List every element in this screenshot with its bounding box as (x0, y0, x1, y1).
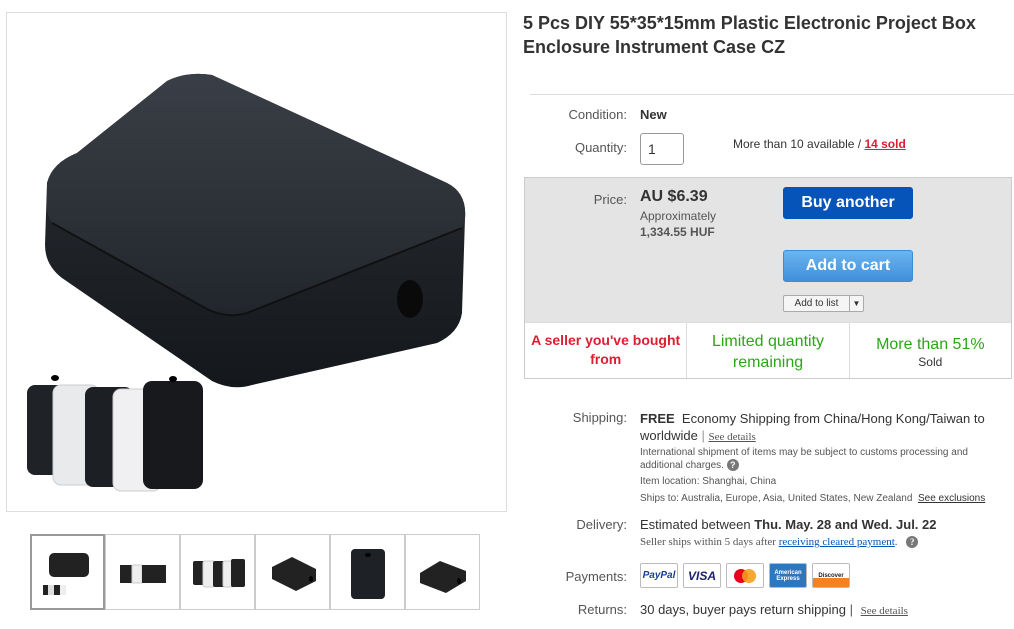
shipping-summary: FREE Economy Shipping from China/Hong Ko… (640, 410, 1000, 446)
paypal-logo: PayPal (640, 563, 678, 588)
ships-to-label: Ships to: (640, 493, 679, 504)
delivery-note: Seller ships within 5 days after receivi… (640, 536, 1000, 549)
signal-sold-pct: More than 51% (876, 336, 985, 353)
condition-label: Condition: (568, 107, 627, 122)
sold-count-link[interactable]: 14 sold (864, 137, 905, 151)
add-to-list-button[interactable]: Add to list (783, 295, 850, 312)
see-exclusions-link[interactable]: See exclusions (918, 493, 985, 504)
returns-separator: | (849, 602, 853, 617)
chevron-down-icon: ▼ (852, 299, 861, 308)
quantity-label: Quantity: (574, 140, 627, 155)
thumbnail[interactable] (105, 534, 180, 610)
delivery-dates: Thu. May. 28 and Wed. Jul. 22 (754, 517, 937, 532)
thumbnail[interactable] (180, 534, 255, 610)
condition-value: New (640, 107, 667, 122)
item-location: Item location: Shanghai, China (640, 475, 1000, 488)
shipping-method: Economy Shipping from China/Hong Kong/Ta… (640, 411, 985, 443)
signal-seller: A seller you've bought from (525, 323, 688, 378)
divider (530, 94, 1014, 95)
ships-to-value: Australia, Europe, Asia, United States, … (681, 493, 913, 504)
buy-another-button[interactable]: Buy another (783, 187, 913, 219)
price-label: Price: (593, 192, 627, 207)
quantity-availability: More than 10 available / 14 sold (733, 137, 906, 151)
visa-logo: VISA (683, 563, 721, 588)
signal-sold: More than 51% Sold (850, 323, 1011, 378)
availability-text: More than 10 available (733, 137, 855, 151)
thumbnail[interactable] (30, 534, 105, 610)
visa-logo-text: VISA (687, 568, 716, 583)
returns-label: Returns: (577, 602, 627, 617)
shipping-separator: | (701, 428, 705, 443)
delivery-label: Delivery: (576, 517, 627, 532)
cleared-payment-link[interactable]: receiving cleared payment (779, 536, 895, 548)
returns-policy: 30 days, buyer pays return shipping | Se… (640, 602, 908, 617)
shipping-details-link[interactable]: See details (708, 431, 755, 443)
signal-seller-text: A seller you've bought from (531, 332, 681, 367)
price-value: AU $6.39 (640, 188, 708, 205)
item-location-value: Shanghai, China (702, 476, 777, 487)
delivery-prefix: Estimated between (640, 517, 751, 532)
delivery-estimate: Estimated between Thu. May. 28 and Wed. … (640, 517, 937, 532)
intl-shipment-note: International shipment of items may be s… (640, 446, 1000, 472)
payments-label: Payments: (565, 569, 627, 584)
shipping-label: Shipping: (572, 410, 627, 425)
amex-logo: American Express (769, 563, 807, 588)
help-icon[interactable]: ? (906, 536, 919, 549)
availability-separator: / (857, 137, 862, 151)
add-to-list-dropdown[interactable]: ▼ (849, 295, 864, 312)
thumbnail-strip (30, 534, 480, 610)
delivery-note-prefix: Seller ships within 5 days after (640, 536, 776, 548)
ships-to: Ships to: Australia, Europe, Asia, Unite… (640, 492, 1000, 505)
main-product-image[interactable] (6, 12, 507, 512)
quantity-input[interactable] (640, 133, 684, 165)
price-approx-label: Approximately (640, 209, 717, 223)
returns-details-link[interactable]: See details (861, 605, 908, 617)
delivery-note-suffix: . (894, 536, 898, 548)
item-location-label: Item location: (640, 476, 700, 487)
returns-value: 30 days, buyer pays return shipping (640, 602, 846, 617)
thumbnail[interactable] (255, 534, 330, 610)
product-title: 5 Pcs DIY 55*35*15mm Plastic Electronic … (523, 13, 976, 57)
shipping-free: FREE (640, 411, 675, 426)
signal-sold-word: Sold (918, 355, 943, 369)
thumbnail[interactable] (330, 534, 405, 610)
signal-limited: Limited quantity remaining (687, 323, 850, 378)
payment-methods: PayPal VISA American Express Discover (640, 563, 850, 588)
discover-logo: Discover (812, 563, 850, 588)
mastercard-logo (726, 563, 764, 588)
trust-signals: A seller you've bought from Limited quan… (525, 322, 1011, 378)
thumbnail[interactable] (405, 534, 480, 610)
add-to-cart-button[interactable]: Add to cart (783, 250, 913, 282)
price-approx-value: 1,334.55 HUF (640, 225, 715, 239)
signal-limited-text: Limited quantity remaining (711, 333, 825, 371)
help-icon[interactable]: ? (726, 459, 739, 472)
intl-note-text: International shipment of items may be s… (640, 447, 968, 471)
